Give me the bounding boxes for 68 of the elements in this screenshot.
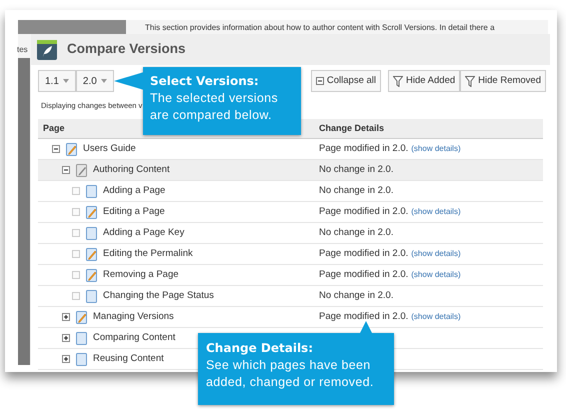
change-text: No change in 2.0. xyxy=(319,226,394,240)
callout-title: Select Versions: xyxy=(150,73,260,89)
show-details-link[interactable]: (show details) xyxy=(411,206,461,218)
filter-icon xyxy=(393,76,404,86)
expand-toggle-icon[interactable] xyxy=(62,313,70,322)
version-dropdown[interactable]: 1.1 xyxy=(38,70,76,92)
caret-icon xyxy=(100,79,107,83)
expand-toggle-icon[interactable] xyxy=(62,334,70,342)
leaf-box-icon xyxy=(72,271,80,280)
show-details-link[interactable]: (show details) xyxy=(411,269,461,282)
minus-box-icon xyxy=(316,77,324,85)
change-text: Page modified in 2.0. xyxy=(319,205,408,220)
leaf-box-icon xyxy=(72,208,80,216)
leaf-box-icon xyxy=(72,229,80,238)
page-pencil-icon xyxy=(76,310,87,324)
page-title: Adding a Page Key xyxy=(103,226,184,240)
page-title: Adding a Page xyxy=(103,184,166,198)
page-pencil-icon xyxy=(86,248,97,261)
page-pencil-icon xyxy=(66,142,77,156)
callout-text: The selected versions are compared below. xyxy=(150,90,279,124)
leaf-box-icon xyxy=(72,250,80,258)
leaf-box-icon xyxy=(72,187,80,196)
page-icon xyxy=(86,226,97,240)
page-icon xyxy=(86,290,97,303)
page-title: Managing Versions xyxy=(93,310,174,324)
page-icon xyxy=(76,332,87,345)
page-title: Removing a Page xyxy=(103,268,179,282)
page-title: Editing the Permalink xyxy=(103,247,193,262)
show-details-link[interactable]: (show details) xyxy=(411,311,461,324)
column-header: Page xyxy=(42,122,66,135)
show-details-link[interactable]: (show details) xyxy=(411,248,461,260)
page-title: Editing a Page xyxy=(103,205,165,220)
page-icon xyxy=(86,184,97,198)
leaf-logo-icon xyxy=(37,40,57,60)
page-icon xyxy=(76,352,87,366)
page-title: Authoring Content xyxy=(93,163,170,178)
collapse-toggle-icon[interactable] xyxy=(52,145,60,154)
page-title: Users Guide xyxy=(83,142,136,156)
page-pencil-icon xyxy=(86,268,97,282)
show-details-link[interactable]: (show details) xyxy=(411,143,461,156)
version-dropdown[interactable]: 2.0 xyxy=(76,70,114,92)
change-text: Page modified in 2.0. xyxy=(319,310,408,324)
dialog-title: Compare Versions xyxy=(67,40,186,58)
change-text: Page modified in 2.0. xyxy=(319,247,408,262)
change-text: No change in 2.0. xyxy=(319,184,394,198)
change-text: Page modified in 2.0. xyxy=(319,142,408,156)
change-text: Page modified in 2.0. xyxy=(319,268,408,282)
collapse-toggle-icon[interactable] xyxy=(62,166,70,174)
caret-icon xyxy=(62,79,69,83)
callout-text: See which pages have been added, changed or removed. xyxy=(206,357,375,391)
collapse-all-button[interactable]: Collapse all xyxy=(310,70,382,92)
change-text: No change in 2.0. xyxy=(319,289,394,304)
page-pencil-icon xyxy=(86,206,97,219)
expand-toggle-icon[interactable] xyxy=(62,355,70,364)
page-title: Reusing Content xyxy=(93,352,164,366)
filter-button[interactable]: Hide Added xyxy=(388,70,460,92)
table-row[interactable]: Authoring Content No change in 2.0. xyxy=(38,160,543,182)
column-header: Change Details xyxy=(318,122,386,135)
change-text: No change in 2.0. xyxy=(319,163,394,178)
filter-button[interactable]: Hide Removed xyxy=(460,70,546,92)
page-title: Comparing Content xyxy=(93,331,176,346)
sidebar-text: tes xyxy=(17,44,28,56)
callout-title: Change Details: xyxy=(206,340,314,356)
leaf-box-icon xyxy=(72,292,80,300)
page-pencil-icon xyxy=(76,164,87,177)
filter-icon xyxy=(465,76,476,86)
page-title: Changing the Page Status xyxy=(103,289,214,304)
page-text: This section provides information about how to author content with Scroll Versions. In detail there a xyxy=(145,22,495,34)
